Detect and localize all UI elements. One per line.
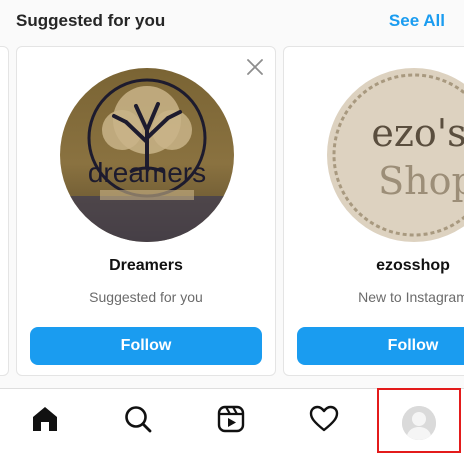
svg-text:Shop: Shop [378,159,464,203]
svg-text:ezo's: ezo's [371,111,464,155]
profile-tab-highlight [377,388,461,453]
follow-button[interactable]: Follow [30,327,262,365]
svg-text:dreamers: dreamers [88,157,206,188]
reels-icon[interactable] [215,403,247,435]
profile-avatar[interactable] [402,406,436,440]
profile-avatar-dreamers[interactable]: dreamers [60,68,234,242]
profile-avatar-ezosshop[interactable]: ezo's Shop [327,68,464,242]
heart-icon[interactable] [308,403,340,435]
suggestion-reason: Suggested for you [89,289,203,305]
home-icon[interactable] [29,403,61,435]
follow-button[interactable]: Follow [297,327,464,365]
section-title: Suggested for you [16,11,166,30]
dismiss-icon[interactable] [245,57,265,77]
suggestion-reason: New to Instagram [358,289,464,305]
suggestion-name[interactable]: ezosshop [284,257,464,275]
suggestions-header: Suggested for you See All [0,0,464,44]
search-icon[interactable] [122,403,154,435]
suggestion-card: dreamers Dreamers Suggested for you Foll… [16,46,276,376]
suggestions-carousel[interactable]: dreamers Dreamers Suggested for you Foll… [0,46,464,378]
see-all-link[interactable]: See All [389,11,445,31]
suggestion-card: ezo's Shop ezosshop New to Instagram Fol… [283,46,464,376]
suggestion-name[interactable]: Dreamers [17,257,275,275]
suggestion-card-partial [0,46,9,376]
